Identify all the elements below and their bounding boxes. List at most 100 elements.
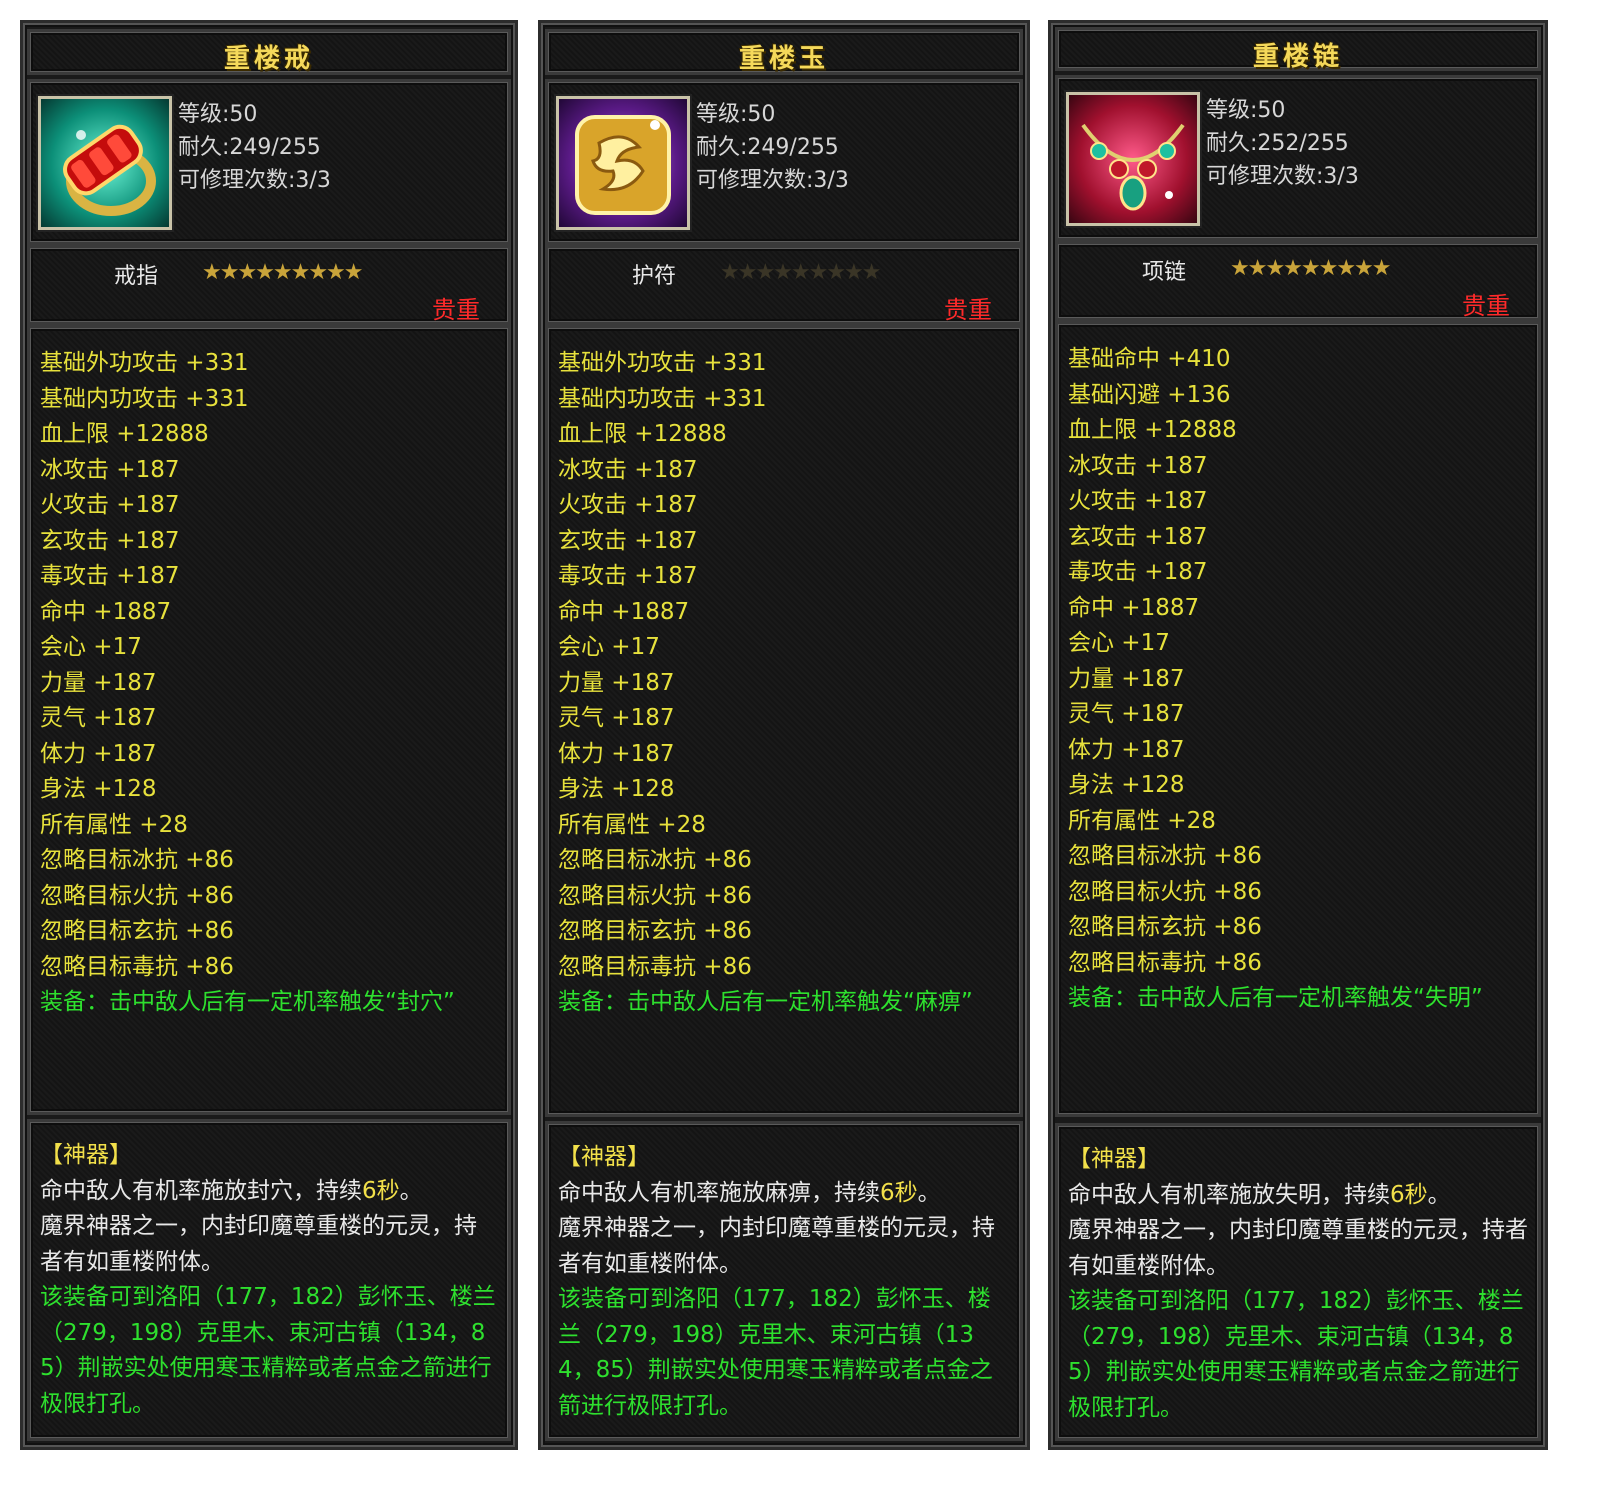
skill-end: 。 (917, 1179, 941, 1206)
jade-pendant-icon[interactable] (556, 96, 690, 230)
attribute-line: 忽略目标冰抗 +86 (1068, 843, 1262, 869)
title-bar: 重楼戒 (27, 29, 511, 75)
artifact-tag: 【神器】 (558, 1144, 650, 1170)
attribute-line: 毒攻击 +187 (558, 563, 698, 589)
upgrade-info: 该装备可到洛阳（177，182）彭怀玉、楼兰（279，198）克里木、束河古镇（… (558, 1286, 993, 1419)
attribute-line: 灵气 +187 (1068, 701, 1185, 727)
attribute-line: 忽略目标毒抗 +86 (1068, 949, 1262, 976)
item-stats: 等级:50 耐久:252/255 可修理次数:3/3 (1206, 94, 1359, 193)
attribute-line: 身法 +128 (558, 776, 675, 802)
attribute-line: 会心 +17 (558, 634, 660, 660)
repair-count-text: 可修理次数:3/3 (178, 168, 331, 193)
item-title: 重楼链 (1252, 42, 1343, 72)
equip-effect: 装备：击中敌人后有一定机率触发“麻痹” (558, 989, 973, 1015)
duration-text: 6秒 (880, 1179, 918, 1206)
attribute-line: 冰攻击 +187 (558, 456, 698, 483)
description-panel: 【神器】 命中敌人有机率施放失明，持续6秒。 魔界神器之一，内封印魔尊重楼的元灵… (1055, 1123, 1541, 1441)
item-type: 项链 (1142, 260, 1187, 285)
attributes-panel: 基础外功攻击 +331 基础内功攻击 +331 血上限 +12888 冰攻击 +… (545, 325, 1023, 1117)
attribute-line: 所有属性 +28 (40, 811, 188, 838)
skill-end: 。 (399, 1177, 423, 1204)
ring-icon[interactable] (38, 96, 172, 230)
attributes-panel: 基础命中 +410 基础闪避 +136 血上限 +12888 冰攻击 +187 … (1055, 321, 1541, 1117)
item-info: 等级:50 耐久:249/255 可修理次数:3/3 (545, 79, 1023, 245)
level-text: 等级:50 (178, 102, 258, 127)
attribute-line: 玄攻击 +187 (558, 527, 698, 554)
attribute-line: 基础闪避 +136 (1068, 381, 1231, 408)
attribute-line: 会心 +17 (1068, 630, 1170, 656)
item-tooltip-necklace: 重楼链 等级:50 耐久:252/255 可修理次数:3/3 项链 ★★★★★★… (1048, 20, 1548, 1450)
item-stats: 等级:50 耐久:249/255 可修理次数:3/3 (696, 98, 849, 197)
attribute-list: 基础命中 +410 基础闪避 +136 血上限 +12888 冰攻击 +187 … (1068, 342, 1528, 1017)
attribute-line: 血上限 +12888 (40, 421, 209, 447)
skill-description: 命中敌人有机率施放麻痹，持续6秒。 (558, 1176, 1010, 1212)
attribute-line: 忽略目标火抗 +86 (40, 882, 234, 909)
repair-count-text: 可修理次数:3/3 (1206, 164, 1359, 189)
attribute-line: 体力 +187 (558, 740, 675, 767)
precious-label: 贵重 (432, 296, 480, 324)
item-tooltip-jade: 重楼玉 等级:50 耐久:249/255 可修理次数:3/3 护符 ★★★★★★… (538, 20, 1030, 1450)
star-rating: ★★★★★★★★★ (720, 260, 882, 285)
attributes-panel: 基础外功攻击 +331 基础内功攻击 +331 血上限 +12888 冰攻击 +… (27, 325, 511, 1115)
description: 【神器】 命中敌人有机率施放麻痹，持续6秒。 魔界神器之一，内封印魔尊重楼的元灵… (558, 1140, 1010, 1424)
item-tooltip-ring: 重楼戒 等级:50 耐久:249/255 可修理次数:3/3 戒指 ★★★★★★… (20, 20, 518, 1450)
upgrade-info: 该装备可到洛阳（177，182）彭怀玉、楼兰（279，198）克里木、束河古镇（… (40, 1284, 496, 1417)
attribute-line: 忽略目标冰抗 +86 (558, 847, 752, 873)
item-stats: 等级:50 耐久:249/255 可修理次数:3/3 (178, 98, 331, 197)
attribute-line: 火攻击 +187 (40, 492, 180, 518)
skill-text: 命中敌人有机率施放封穴，持续 (40, 1177, 362, 1204)
attribute-line: 忽略目标玄抗 +86 (40, 918, 234, 944)
attribute-line: 体力 +187 (1068, 736, 1185, 763)
attribute-line: 冰攻击 +187 (1068, 452, 1208, 479)
attribute-line: 血上限 +12888 (558, 421, 727, 447)
title-bar: 重楼玉 (545, 29, 1023, 75)
attribute-line: 玄攻击 +187 (40, 527, 180, 554)
type-row: 项链 ★★★★★★★★★ 贵重 (1055, 241, 1541, 321)
attribute-line: 力量 +187 (40, 669, 157, 696)
durability-text: 耐久:249/255 (696, 135, 839, 160)
attribute-line: 忽略目标毒抗 +86 (558, 953, 752, 980)
attribute-line: 忽略目标玄抗 +86 (558, 918, 752, 944)
description: 【神器】 命中敌人有机率施放失明，持续6秒。 魔界神器之一，内封印魔尊重楼的元灵… (1068, 1142, 1528, 1426)
attribute-line: 冰攻击 +187 (40, 456, 180, 483)
level-text: 等级:50 (696, 102, 776, 127)
attribute-line: 身法 +128 (40, 776, 157, 802)
description-panel: 【神器】 命中敌人有机率施放麻痹，持续6秒。 魔界神器之一，内封印魔尊重楼的元灵… (545, 1121, 1023, 1441)
attribute-line: 所有属性 +28 (558, 811, 706, 838)
durability-text: 耐久:249/255 (178, 135, 321, 160)
attribute-line: 毒攻击 +187 (1068, 559, 1208, 585)
item-type: 护符 (632, 264, 677, 289)
precious-label: 贵重 (1462, 292, 1510, 320)
attribute-line: 命中 +1887 (1068, 594, 1200, 621)
attribute-line: 玄攻击 +187 (1068, 523, 1208, 550)
necklace-icon[interactable] (1066, 92, 1200, 226)
skill-end: 。 (1427, 1181, 1451, 1208)
skill-text: 命中敌人有机率施放失明，持续 (1068, 1181, 1390, 1208)
skill-description: 命中敌人有机率施放封穴，持续6秒。 (40, 1174, 498, 1210)
lore-text: 魔界神器之一，内封印魔尊重楼的元灵，持者有如重楼附体。 (1068, 1217, 1528, 1279)
attribute-line: 忽略目标火抗 +86 (558, 882, 752, 909)
attribute-line: 火攻击 +187 (1068, 488, 1208, 514)
artifact-tag: 【神器】 (40, 1142, 132, 1168)
attribute-line: 忽略目标冰抗 +86 (40, 847, 234, 873)
duration-text: 6秒 (1390, 1181, 1428, 1208)
upgrade-info: 该装备可到洛阳（177，182）彭怀玉、楼兰（279，198）克里木、束河古镇（… (1068, 1288, 1524, 1421)
description-panel: 【神器】 命中敌人有机率施放封穴，持续6秒。 魔界神器之一，内封印魔尊重楼的元灵… (27, 1119, 511, 1441)
skill-text: 命中敌人有机率施放麻痹，持续 (558, 1179, 880, 1206)
lore-text: 魔界神器之一，内封印魔尊重楼的元灵，持者有如重楼附体。 (558, 1215, 995, 1277)
durability-text: 耐久:252/255 (1206, 131, 1349, 156)
level-text: 等级:50 (1206, 98, 1286, 123)
attribute-line: 所有属性 +28 (1068, 807, 1216, 834)
item-title: 重楼戒 (223, 44, 314, 74)
precious-label: 贵重 (944, 296, 992, 324)
attribute-line: 体力 +187 (40, 740, 157, 767)
attribute-line: 力量 +187 (558, 669, 675, 696)
star-rating: ★★★★★★★★★ (1230, 256, 1392, 281)
attribute-line: 会心 +17 (40, 634, 142, 660)
attribute-line: 身法 +128 (1068, 772, 1185, 798)
attribute-line: 血上限 +12888 (1068, 417, 1237, 443)
skill-description: 命中敌人有机率施放失明，持续6秒。 (1068, 1178, 1528, 1214)
attribute-list: 基础外功攻击 +331 基础内功攻击 +331 血上限 +12888 冰攻击 +… (558, 346, 1010, 1021)
attribute-line: 灵气 +187 (40, 705, 157, 731)
equip-effect: 装备：击中敌人后有一定机率触发“失明” (1068, 985, 1483, 1011)
